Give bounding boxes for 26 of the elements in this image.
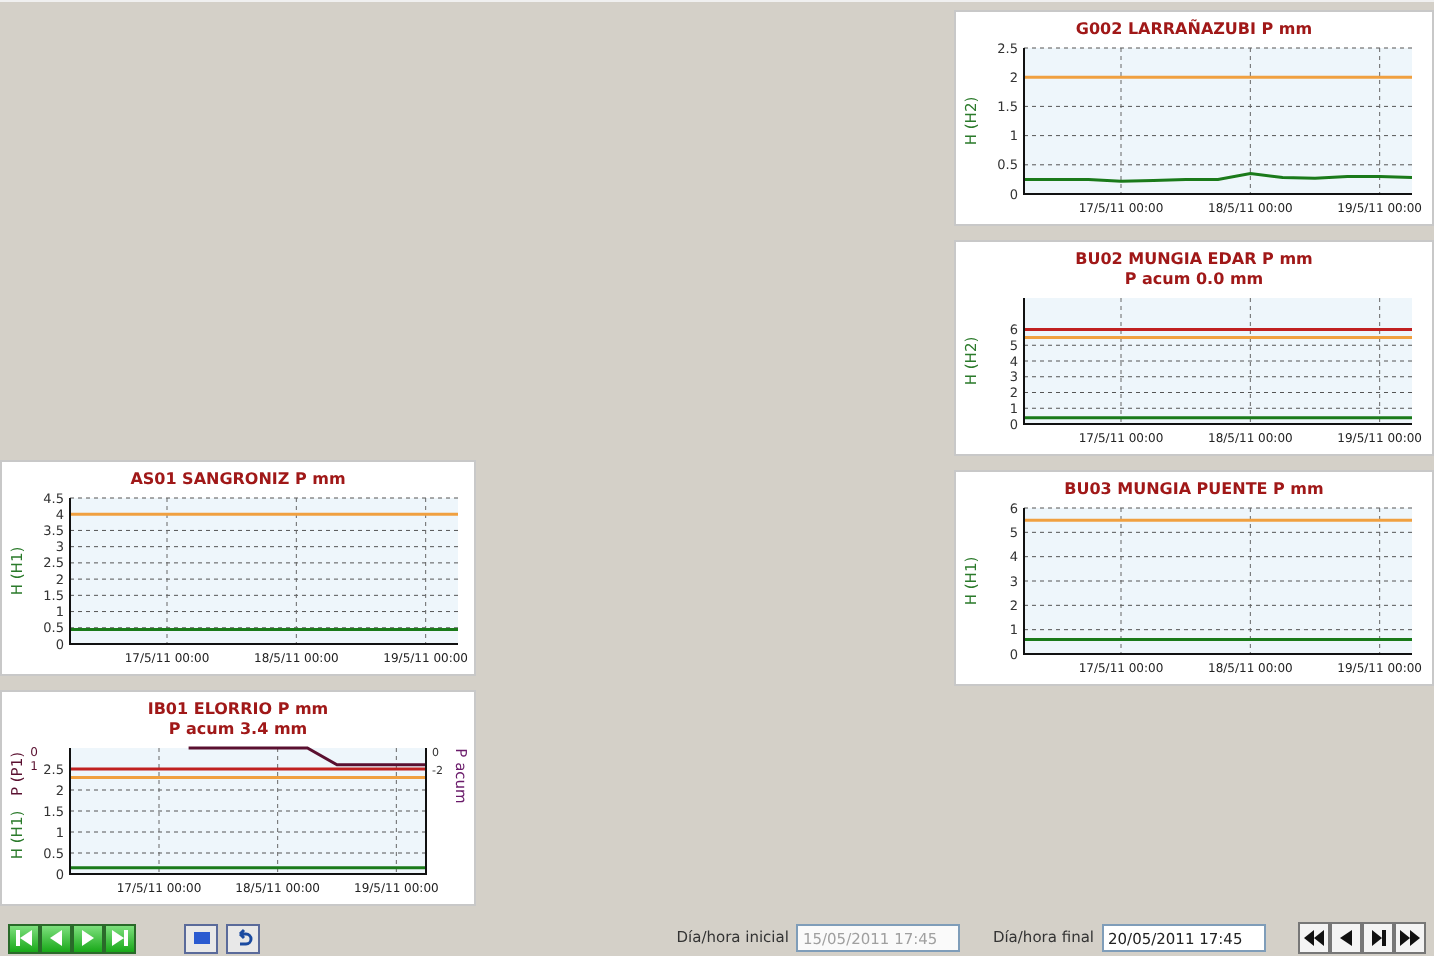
step-forward-icon	[1368, 928, 1388, 948]
rewind-button[interactable]	[1298, 922, 1330, 954]
step-back-button[interactable]	[1330, 922, 1362, 954]
chart-title: P acum 3.4 mm	[166, 720, 310, 740]
first-button[interactable]	[8, 923, 40, 953]
skip-forward-icon	[110, 928, 130, 948]
fast-forward-icon	[1400, 928, 1420, 948]
undo-icon	[233, 928, 253, 948]
chart-title: AS01 SANGRONIZ P mm	[128, 470, 348, 490]
chart-title: IB01 ELORRIO P mm	[145, 700, 331, 720]
fast-forward-button[interactable]	[1394, 922, 1426, 954]
step-back-icon	[1336, 928, 1356, 948]
rewind-icon	[1304, 928, 1324, 948]
chart-title: P acum 0.0 mm	[1122, 270, 1266, 290]
undo-button[interactable]	[226, 923, 260, 953]
chart-title: BU02 MUNGIA EDAR P mm	[1073, 250, 1315, 270]
play-back-icon	[46, 928, 66, 948]
view-button[interactable]	[184, 923, 218, 953]
chart-title: G002 LARRAÑAZUBI P mm	[1073, 20, 1315, 40]
previous-button[interactable]	[40, 923, 72, 953]
chart-title: BU03 MUNGIA PUENTE P mm	[1062, 480, 1326, 500]
step-forward-button[interactable]	[1362, 922, 1394, 954]
next-button[interactable]	[72, 923, 104, 953]
skip-back-icon	[14, 928, 34, 948]
last-button[interactable]	[104, 923, 136, 953]
play-icon	[78, 928, 98, 948]
